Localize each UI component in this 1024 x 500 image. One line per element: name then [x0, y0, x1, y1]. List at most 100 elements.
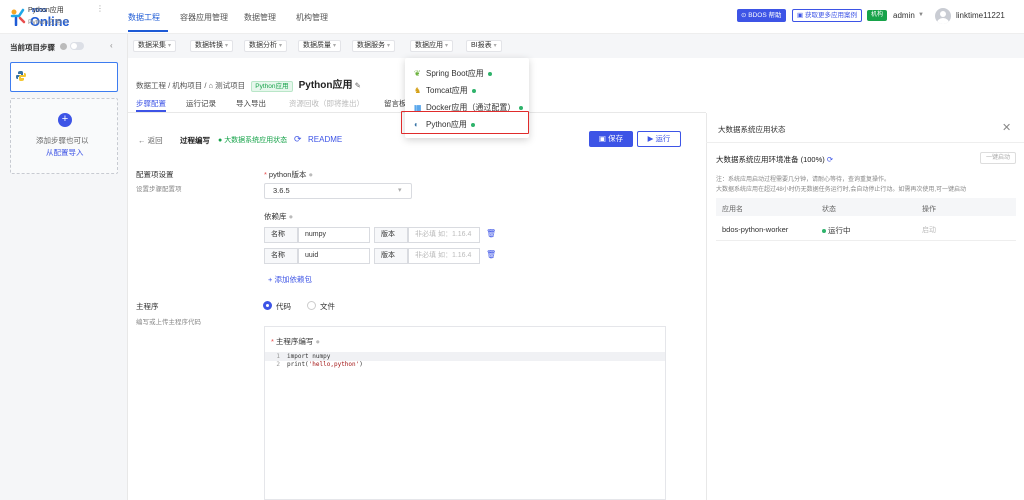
dependencies-label-text: 依赖库: [264, 212, 287, 221]
help-icon[interactable]: [60, 43, 67, 50]
avatar[interactable]: [935, 8, 951, 24]
help-icon: ●: [315, 337, 321, 346]
column-status: 状态: [822, 206, 836, 213]
tab-run-history[interactable]: 运行记录: [186, 98, 216, 109]
more-cases-button[interactable]: ▣ 获取更多应用案例: [792, 9, 862, 22]
process-title: 过程编写: [180, 136, 210, 145]
tab-data-application[interactable]: 数据应用 ▾: [410, 40, 454, 52]
radio-code[interactable]: [263, 301, 272, 310]
dep-version-input[interactable]: 非必填 如：1.16.4: [408, 248, 480, 264]
dep-name-input[interactable]: numpy: [298, 227, 370, 243]
chevron-down-icon: ▾: [168, 43, 172, 49]
step-subtitle: Python应用 ⚇: [28, 16, 69, 26]
user-menu[interactable]: admin: [893, 11, 915, 20]
steps-toggle-switch[interactable]: [70, 42, 84, 50]
code-line[interactable]: import numpy: [287, 353, 330, 360]
python-version-select[interactable]: 3.6.5: [264, 183, 412, 199]
tab-label: 数据质量: [303, 42, 331, 49]
radio-file[interactable]: [307, 301, 316, 310]
status-badge: 运行中: [822, 225, 851, 236]
tab-label: 数据应用: [415, 42, 443, 49]
panel-title: 大数据系统应用状态: [718, 125, 786, 134]
trash-icon[interactable]: 🗑: [486, 229, 496, 238]
breadcrumb-org-project[interactable]: 机构项目: [172, 81, 202, 90]
app-status-link[interactable]: ● 大数据系统应用状态: [218, 135, 287, 145]
tab-import-export[interactable]: 导入导出: [236, 98, 266, 109]
chevron-down-icon[interactable]: ▼: [918, 12, 924, 18]
radio-file-label[interactable]: 文件: [320, 301, 335, 312]
import-from-config-link[interactable]: 从配置导入: [46, 147, 84, 158]
tab-data-analysis[interactable]: 数据分析 ▾: [244, 40, 288, 52]
spring-icon: ❦: [414, 69, 421, 78]
tab-message-board[interactable]: 留言板: [384, 98, 407, 109]
tab-data-collection[interactable]: 数据采集 ▾: [133, 40, 177, 52]
step-title: Python应用: [28, 7, 64, 14]
breadcrumb-test-project[interactable]: 测试项目: [215, 81, 245, 90]
chevron-down-icon: ▾: [279, 43, 283, 49]
run-label: 运行: [655, 134, 671, 143]
code-line[interactable]: print('hello,python'): [287, 361, 363, 368]
status-text: 运行中: [828, 226, 851, 235]
tomcat-icon: ♞: [414, 86, 422, 95]
table-header: [716, 198, 1016, 216]
line-number: 1: [276, 353, 280, 360]
help-icon: ●: [308, 170, 314, 179]
python-version-label-text: python版本: [268, 170, 307, 179]
dep-name-label: 名称: [264, 227, 298, 243]
python-version-label: * python版本 ●: [264, 170, 314, 179]
refresh-icon[interactable]: ⟳: [294, 134, 302, 145]
breadcrumb-data-engineering[interactable]: 数据工程: [136, 81, 166, 90]
home-icon: ⌂: [208, 81, 214, 90]
config-section-title: 配置项设置: [136, 170, 174, 179]
app-type-tag: Python应用: [251, 81, 293, 92]
save-label: 保存: [608, 134, 624, 143]
menu-item-spring-boot[interactable]: ❦ Spring Boot应用: [414, 68, 492, 79]
highlight-box: [401, 111, 529, 134]
one-click-start-button[interactable]: 一键启动: [980, 152, 1016, 164]
breadcrumb: 数据工程 / 机构项目 / ⌂ 测试项目 Python应用 Python应用 ✎: [136, 80, 361, 92]
code-string: 'hello,python': [308, 361, 360, 368]
nav-data-management[interactable]: 数据管理: [244, 12, 276, 23]
env-ready-title: 大数据系统应用环境准备 (100%) ⟳: [716, 154, 833, 165]
readme-link[interactable]: README: [308, 135, 342, 144]
tab-resource-recycle: 资源回收（即将推出）: [289, 99, 364, 108]
start-action-button: 启动: [922, 227, 936, 234]
config-section-subtitle: 设置步骤配置项: [136, 186, 182, 193]
radio-code-label[interactable]: 代码: [276, 301, 291, 312]
tab-bi-report[interactable]: BI报表 ▾: [466, 40, 502, 52]
chevron-down-icon: ▾: [225, 43, 229, 49]
tab-data-transform[interactable]: 数据转换 ▾: [190, 40, 234, 52]
refresh-icon[interactable]: ⟳: [827, 155, 833, 164]
tab-data-service[interactable]: 数据服务 ▾: [352, 40, 396, 52]
main-program-title: 主程序: [136, 302, 159, 311]
edit-icon[interactable]: ✎: [355, 81, 361, 90]
chevron-down-icon: ▾: [333, 43, 337, 49]
bdos-help-button[interactable]: ⊙ BDOS 帮助: [737, 9, 786, 22]
dep-version-label: 版本: [374, 248, 408, 264]
menu-item-tomcat[interactable]: ♞ Tomcat应用: [414, 85, 476, 96]
more-vertical-icon[interactable]: ⋮: [96, 4, 104, 13]
logo-icon: [10, 8, 26, 26]
tab-data-quality[interactable]: 数据质量 ▾: [298, 40, 342, 52]
nav-data-engineering[interactable]: 数据工程: [128, 12, 160, 23]
back-button[interactable]: ← 返回: [138, 135, 163, 146]
tab-label: 数据服务: [357, 42, 385, 49]
back-label: 返回: [147, 136, 163, 145]
save-button[interactable]: ▣ 保存: [589, 131, 633, 147]
account-name[interactable]: linktime11221: [956, 11, 1005, 20]
add-step-hint: 添加步骤也可以: [36, 136, 89, 145]
trash-icon[interactable]: 🗑: [486, 250, 496, 259]
tab-step-config[interactable]: 步骤配置: [136, 98, 166, 109]
dep-name-input[interactable]: uuid: [298, 248, 370, 264]
collapse-sidebar-icon[interactable]: ‹: [110, 41, 113, 50]
panel-divider: [706, 142, 1024, 143]
run-button[interactable]: ▶ 运行: [637, 131, 681, 147]
add-dependency-button[interactable]: + 添加依赖包: [268, 274, 312, 285]
dependencies-label: 依赖库 ●: [264, 211, 293, 222]
plus-icon[interactable]: +: [58, 113, 72, 127]
nav-org-management[interactable]: 机构管理: [296, 12, 328, 23]
close-icon[interactable]: ✕: [1002, 121, 1011, 134]
nav-container-app-management[interactable]: 容器应用管理: [180, 12, 228, 23]
dep-version-input[interactable]: 非必填 如：1.16.4: [408, 227, 480, 243]
step-card-python[interactable]: [10, 62, 118, 92]
